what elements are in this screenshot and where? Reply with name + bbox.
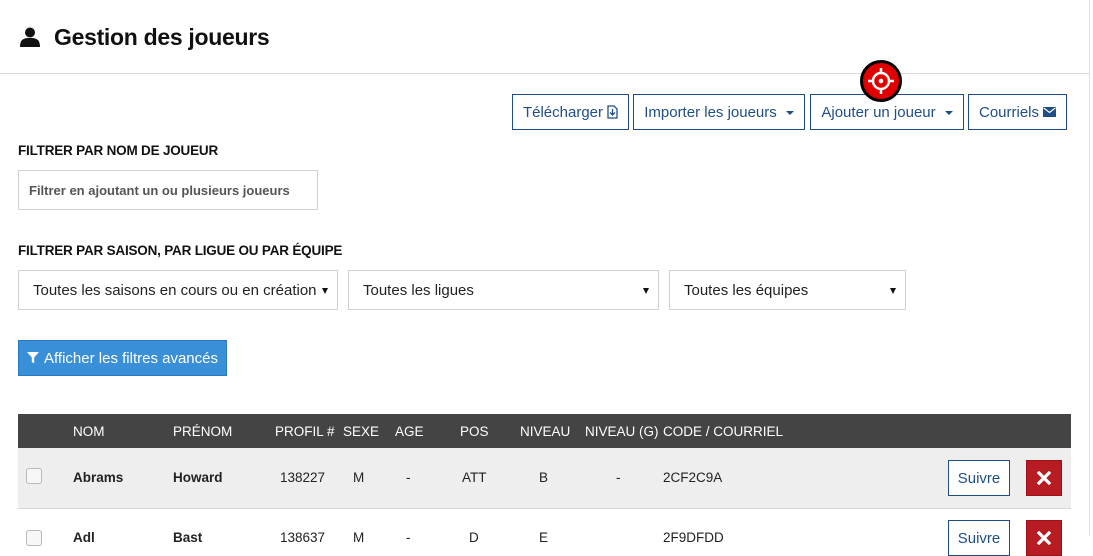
filter-icon bbox=[27, 352, 44, 364]
chevron-down-icon bbox=[944, 110, 953, 115]
season-select[interactable]: Toutes les saisons en cours ou en créati… bbox=[18, 270, 338, 310]
name-filter-label: FILTRER PAR NOM DE JOUEUR bbox=[18, 143, 219, 158]
search-input-placeholder: Filtrer en ajoutant un ou plusieurs joue… bbox=[29, 182, 290, 198]
import-players-button[interactable]: Importer les joueurs bbox=[633, 94, 805, 130]
dropdown-arrow-icon bbox=[890, 288, 896, 294]
column-header-niveau[interactable]: NIVEAU bbox=[520, 424, 570, 439]
chevron-down-icon bbox=[785, 110, 794, 115]
add-player-label: Ajouter un joueur bbox=[821, 103, 936, 121]
cell-pos: ATT bbox=[462, 470, 487, 485]
target-marker-icon bbox=[860, 60, 902, 102]
advanced-filters-button[interactable]: Afficher les filtres avancés bbox=[18, 340, 227, 376]
page-title: Gestion des joueurs bbox=[54, 24, 270, 50]
column-header-profil[interactable]: PROFIL # bbox=[275, 424, 335, 439]
cell-nom: Abrams bbox=[73, 470, 124, 485]
column-header-age[interactable]: AGE bbox=[395, 424, 424, 439]
team-select-value: Toutes les équipes bbox=[684, 281, 809, 299]
delete-button[interactable] bbox=[1026, 460, 1062, 496]
cell-sexe: M bbox=[353, 530, 365, 545]
download-button[interactable]: Télécharger bbox=[512, 94, 629, 130]
team-select[interactable]: Toutes les équipes bbox=[669, 270, 906, 310]
league-select[interactable]: Toutes les ligues bbox=[348, 270, 659, 310]
cell-niveau: B bbox=[539, 470, 549, 485]
page-right-border bbox=[1089, 0, 1090, 536]
cell-profil: 138227 bbox=[280, 470, 326, 485]
user-icon bbox=[20, 27, 40, 47]
row-select-checkbox[interactable] bbox=[26, 530, 42, 546]
advanced-filters-label: Afficher les filtres avancés bbox=[44, 349, 218, 367]
download-icon bbox=[607, 105, 618, 119]
follow-button-label: Suivre bbox=[957, 469, 1001, 487]
table-row: Abrams Howard 138227 M - ATT B - 2CF2C9A… bbox=[18, 448, 1071, 509]
cell-prenom: Bast bbox=[173, 530, 203, 545]
close-icon bbox=[1037, 471, 1051, 485]
cell-nom: Adl bbox=[73, 530, 95, 545]
dropdown-arrow-icon bbox=[322, 288, 328, 294]
cell-sexe: M bbox=[353, 470, 365, 485]
emails-label: Courriels bbox=[978, 103, 1039, 121]
cell-age: - bbox=[406, 530, 411, 545]
delete-button[interactable] bbox=[1026, 520, 1062, 556]
page-header: Gestion des joueurs bbox=[0, 0, 1090, 74]
table-row: Adl Bast 138637 M - D E 2F9DFDD Suivre bbox=[18, 509, 1071, 556]
season-select-value: Toutes les saisons en cours ou en créati… bbox=[33, 281, 317, 299]
cell-pos: D bbox=[469, 530, 479, 545]
import-players-label: Importer les joueurs bbox=[644, 103, 777, 121]
scope-filter-label: FILTRER PAR SAISON, PAR LIGUE OU PAR ÉQU… bbox=[18, 243, 343, 258]
emails-button[interactable]: Courriels bbox=[968, 94, 1067, 130]
cell-code: 2F9DFDD bbox=[663, 530, 724, 545]
cell-niveau-g: - bbox=[616, 470, 621, 485]
table-header: NOM PRÉNOM PROFIL # SEXE AGE POS NIVEAU … bbox=[18, 414, 1071, 448]
cell-age: - bbox=[406, 470, 411, 485]
close-icon bbox=[1037, 531, 1051, 545]
column-header-pos[interactable]: POS bbox=[460, 424, 489, 439]
cell-prenom: Howard bbox=[173, 470, 223, 485]
dropdown-arrow-icon bbox=[643, 288, 649, 294]
column-header-prenom[interactable]: PRÉNOM bbox=[173, 424, 232, 439]
envelope-icon bbox=[1043, 107, 1056, 117]
column-header-code[interactable]: CODE / COURRIEL bbox=[663, 424, 783, 439]
follow-button[interactable]: Suivre bbox=[948, 520, 1010, 556]
column-header-niveau-g[interactable]: NIVEAU (G) bbox=[585, 424, 659, 439]
cell-code: 2CF2C9A bbox=[663, 470, 723, 485]
download-button-label: Télécharger bbox=[522, 103, 604, 121]
column-header-sexe[interactable]: SEXE bbox=[343, 424, 379, 439]
cell-niveau: E bbox=[539, 530, 549, 545]
player-name-search-input[interactable]: Filtrer en ajoutant un ou plusieurs joue… bbox=[18, 170, 318, 210]
league-select-value: Toutes les ligues bbox=[363, 281, 474, 299]
follow-button[interactable]: Suivre bbox=[948, 460, 1010, 496]
row-select-checkbox[interactable] bbox=[26, 468, 42, 484]
column-header-nom[interactable]: NOM bbox=[73, 424, 105, 439]
follow-button-label: Suivre bbox=[957, 529, 1001, 547]
cell-profil: 138637 bbox=[280, 530, 326, 545]
